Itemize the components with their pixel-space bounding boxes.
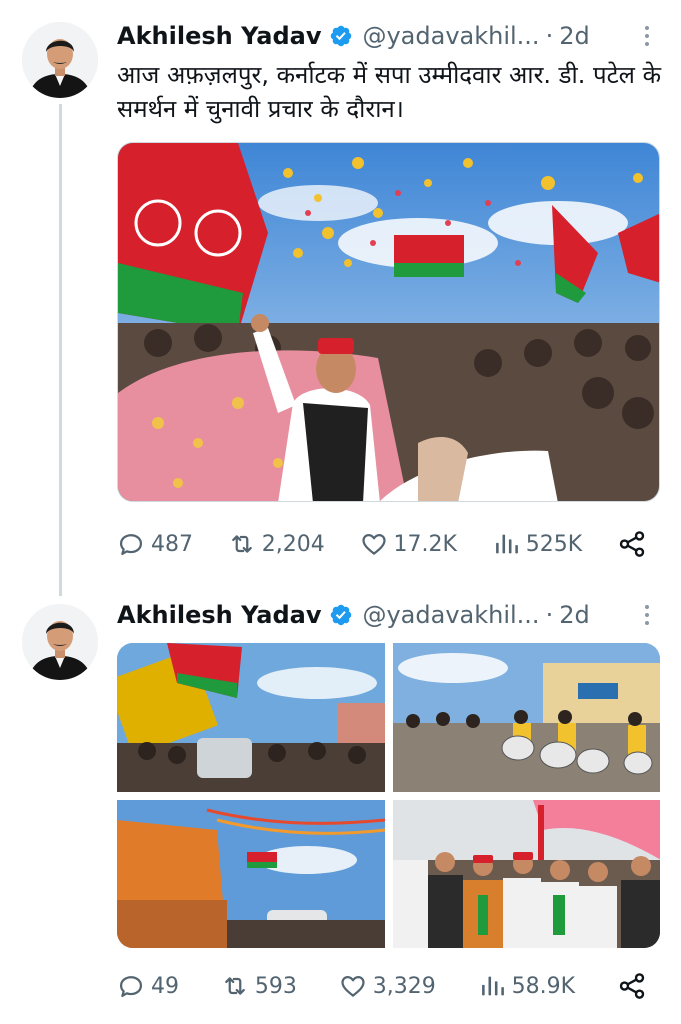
rally-crane-photo [117, 643, 385, 792]
heart-icon [339, 972, 367, 1000]
repost-button[interactable]: 593 [221, 972, 297, 1000]
repost-icon [221, 972, 249, 1000]
more-vertical-icon[interactable] [635, 598, 659, 632]
avatar-image [22, 604, 98, 680]
like-count: 3,329 [372, 973, 436, 999]
tweet-photo[interactable] [117, 142, 660, 502]
like-button[interactable]: 17.2K [360, 530, 457, 558]
reply-button[interactable]: 49 [117, 972, 179, 1000]
more-vertical-icon[interactable] [635, 19, 659, 53]
share-icon [617, 971, 647, 1001]
reply-count: 49 [151, 973, 179, 999]
views-button[interactable]: 58.9K [478, 972, 575, 1000]
tweet[interactable]: Akhilesh Yadav @yadavakhil... · 2d 49 59… [0, 590, 681, 1024]
tweet-actions: 487 2,204 17.2K 525K [117, 526, 647, 562]
author-name[interactable]: Akhilesh Yadav [117, 601, 321, 629]
avatar[interactable] [22, 604, 98, 680]
verified-badge-icon [329, 24, 353, 48]
share-icon [617, 529, 647, 559]
views-count: 58.9K [511, 973, 576, 999]
repost-icon [228, 530, 256, 558]
thread-connector-line [59, 104, 62, 596]
tweet[interactable]: Akhilesh Yadav @yadavakhil... · 2d आज अफ… [0, 0, 681, 596]
reply-icon [117, 530, 145, 558]
repost-count: 593 [254, 973, 297, 999]
avatar-image [22, 22, 98, 98]
heart-icon [360, 530, 388, 558]
tweet-photo[interactable] [117, 643, 385, 792]
share-button[interactable] [617, 529, 647, 559]
timestamp[interactable]: 2d [559, 601, 590, 629]
separator-dot: · [545, 22, 554, 50]
reply-button[interactable]: 487 [117, 530, 193, 558]
tweet-photo[interactable] [392, 643, 660, 792]
timestamp[interactable]: 2d [559, 22, 590, 50]
repost-button[interactable]: 2,204 [228, 530, 325, 558]
tweet-header: Akhilesh Yadav @yadavakhil... · 2d [117, 19, 661, 53]
views-icon [492, 530, 520, 558]
separator-dot: · [545, 601, 554, 629]
avatar[interactable] [22, 22, 98, 98]
views-button[interactable]: 525K [492, 530, 582, 558]
repost-count: 2,204 [261, 531, 325, 557]
drummers-photo [392, 643, 660, 792]
garland-welcome-photo [392, 799, 660, 948]
author-handle[interactable]: @yadavakhil... [362, 601, 539, 629]
views-count: 525K [525, 531, 583, 557]
share-button[interactable] [617, 971, 647, 1001]
tweet-text: आज अफ़ज़लपुर, कर्नाटक में सपा उम्मीदवार … [117, 61, 662, 123]
tweet-photo[interactable] [392, 799, 660, 948]
reply-count: 487 [151, 531, 193, 557]
tweet-photo-grid [117, 643, 660, 948]
views-icon [478, 972, 506, 1000]
tweet-actions: 49 593 3,329 58.9K [117, 968, 647, 1004]
author-handle[interactable]: @yadavakhil... [362, 22, 539, 50]
verified-badge-icon [329, 603, 353, 627]
like-button[interactable]: 3,329 [339, 972, 436, 1000]
reply-icon [117, 972, 145, 1000]
rally-photo [118, 143, 659, 501]
decorated-stage-photo [117, 799, 385, 948]
like-count: 17.2K [393, 531, 457, 557]
tweet-header: Akhilesh Yadav @yadavakhil... · 2d [117, 598, 661, 632]
author-name[interactable]: Akhilesh Yadav [117, 22, 321, 50]
tweet-photo[interactable] [117, 799, 385, 948]
